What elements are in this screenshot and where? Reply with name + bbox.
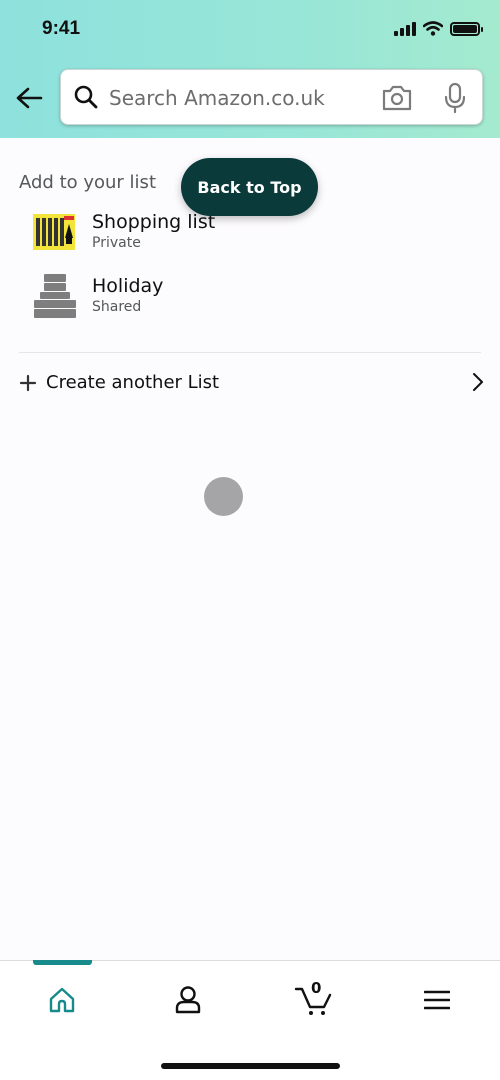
divider (19, 352, 481, 353)
list-name: Holiday (92, 275, 164, 297)
loading-spinner (204, 477, 243, 516)
home-indicator[interactable] (161, 1063, 340, 1069)
home-icon (49, 987, 75, 1013)
back-to-top-button[interactable]: Back to Top (181, 158, 318, 216)
back-arrow-icon[interactable] (14, 84, 44, 112)
list-thumbnail (33, 214, 75, 250)
wifi-icon (423, 21, 443, 36)
tab-cart[interactable]: 0 (290, 977, 342, 1023)
list-item-shopping[interactable]: Shopping list Private (30, 210, 430, 266)
microphone-icon[interactable] (443, 82, 467, 114)
list-visibility: Shared (92, 299, 142, 315)
search-bar[interactable] (60, 69, 483, 125)
tab-account[interactable] (163, 977, 213, 1023)
plus-icon (19, 374, 37, 392)
section-title: Add to your list (19, 172, 156, 193)
battery-icon (450, 21, 483, 36)
list-thumbnail (34, 274, 76, 318)
bottom-tab-bar: 0 (0, 960, 500, 1080)
list-name: Shopping list (92, 211, 216, 233)
cart-count-badge: 0 (311, 979, 322, 997)
list-item-holiday[interactable]: Holiday Shared (30, 274, 430, 330)
status-time: 9:41 (42, 18, 81, 39)
person-icon (175, 986, 201, 1014)
create-list-label: Create another List (46, 372, 220, 393)
chevron-right-icon (473, 373, 483, 391)
hamburger-menu-icon (424, 990, 450, 1010)
header: 9:41 (0, 0, 500, 138)
status-icons (394, 21, 483, 36)
search-input[interactable] (109, 80, 369, 116)
tab-home[interactable] (37, 977, 87, 1023)
cellular-signal-icon (394, 21, 416, 36)
active-tab-indicator (33, 960, 92, 965)
list-visibility: Private (92, 235, 141, 251)
camera-icon[interactable] (381, 83, 413, 113)
search-icon (74, 85, 98, 109)
tab-menu[interactable] (412, 977, 462, 1023)
create-list-button[interactable]: Create another List (19, 366, 487, 402)
